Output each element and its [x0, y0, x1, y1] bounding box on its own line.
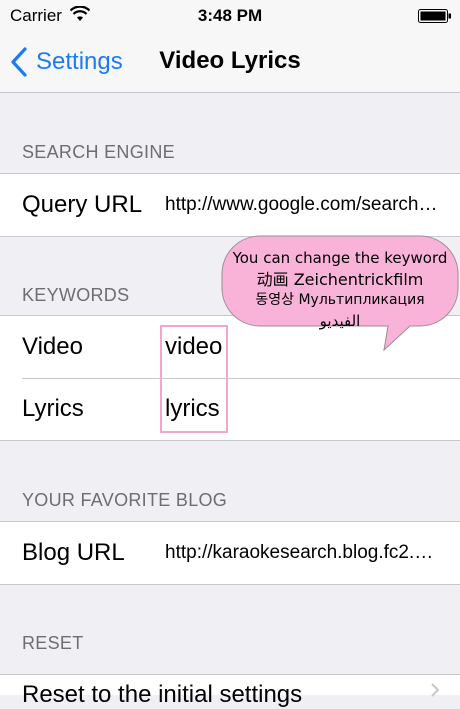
- section-header-keywords: KEYWORDS: [22, 285, 130, 305]
- nav-bar: Video Lyrics Settings: [0, 32, 460, 93]
- reset-label: Reset to the initial settings: [22, 681, 303, 708]
- section-header-search-engine: SEARCH ENGINE: [22, 142, 175, 162]
- section-header-reset: RESET: [22, 633, 84, 653]
- chevron-right-icon: [431, 683, 440, 697]
- query-url-row[interactable]: Query URL http://www.google.com/search?q…: [0, 174, 460, 236]
- back-button-label: Settings: [36, 48, 123, 75]
- favorite-blog-group: Blog URL http://karaokesearch.blog.fc2.c…: [0, 521, 460, 585]
- blog-url-field[interactable]: http://karaokesearch.blog.fc2.com: [165, 522, 438, 584]
- status-time: 3:48 PM: [197, 6, 263, 25]
- callout-line: 동영상 Мультипликация: [255, 292, 425, 308]
- reset-row[interactable]: Reset to the initial settings: [0, 674, 460, 708]
- query-url-label: Query URL: [22, 191, 143, 218]
- blog-url-row[interactable]: Blog URL http://karaokesearch.blog.fc2.c…: [0, 522, 460, 584]
- callout-line: You can change the keyword: [232, 249, 448, 267]
- query-url-field[interactable]: http://www.google.com/search?q=: [165, 174, 438, 236]
- callout-text: You can change the keyword 动画 Zeichentri…: [224, 248, 456, 332]
- status-bar: Carrier 3:48 PM: [0, 0, 460, 32]
- chevron-left-icon: [11, 47, 27, 77]
- back-button[interactable]: Settings: [10, 44, 123, 80]
- search-engine-group: Query URL http://www.google.com/search?q…: [0, 173, 460, 237]
- battery-icon: [418, 9, 451, 23]
- lyrics-label: Lyrics: [22, 395, 84, 422]
- video-label: Video: [22, 333, 83, 360]
- section-header-favorite-blog: YOUR FAVORITE BLOG: [22, 490, 228, 510]
- lyrics-keyword-row[interactable]: Lyrics: [0, 378, 460, 440]
- callout-line: 动画 Zeichentrickfilm: [256, 270, 424, 289]
- blog-url-label: Blog URL: [22, 539, 125, 566]
- callout-line: الفيديو: [319, 312, 361, 330]
- lyrics-keyword-input[interactable]: [165, 378, 438, 440]
